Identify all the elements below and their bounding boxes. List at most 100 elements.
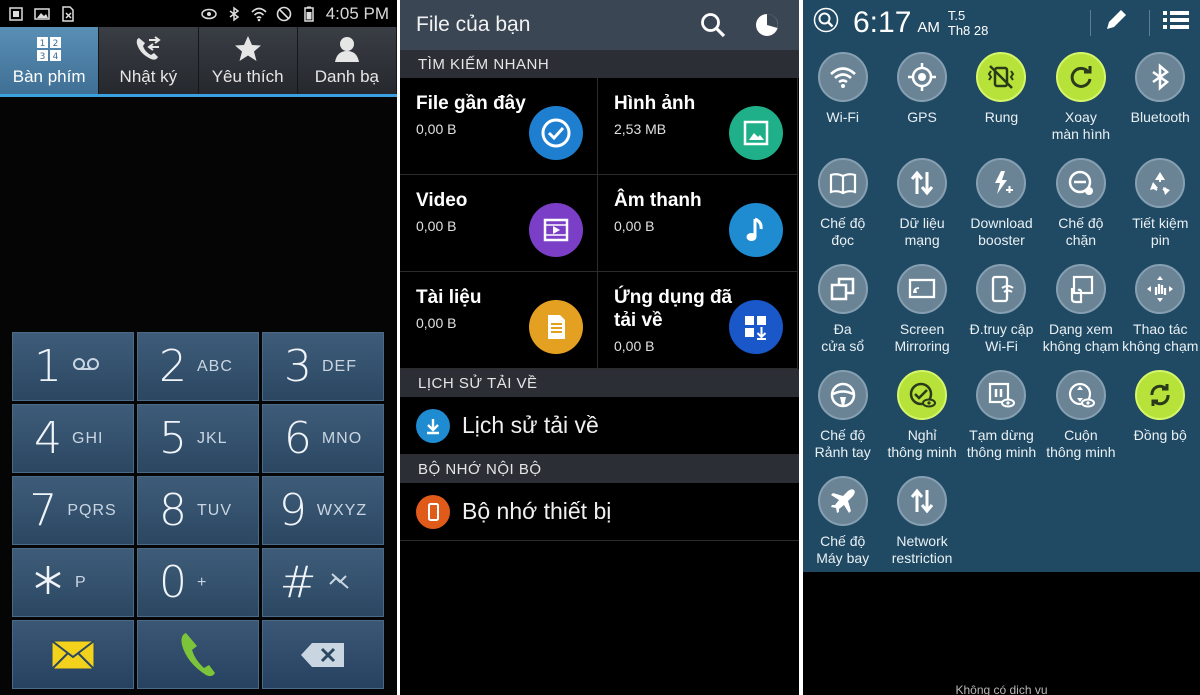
tab-contacts[interactable]: Danh bạ [297, 27, 397, 94]
call-button[interactable] [137, 620, 259, 689]
tile-mobile-data[interactable]: Dữ liệu mạng [882, 158, 961, 264]
download-history-item[interactable]: Lịch sử tải về [400, 397, 799, 455]
storage-usage-button[interactable] [751, 9, 783, 41]
category-video[interactable]: Video 0,00 B [400, 175, 598, 272]
tab-favorites[interactable]: Yêu thích [198, 27, 298, 94]
tile-air-view[interactable]: Dạng xem không chạm [1041, 264, 1120, 370]
document-icon [529, 300, 583, 354]
category-downloaded-apps[interactable]: Ứng dụng đã tải về 0,00 B [598, 272, 798, 369]
tile-rotate[interactable]: Xoay màn hình [1041, 52, 1120, 158]
key-digit: 6 [283, 413, 312, 464]
sync-icon [1135, 370, 1186, 420]
tile-sync[interactable]: Đồng bộ [1121, 370, 1200, 476]
tab-call-log-label: Nhật ký [119, 67, 178, 86]
key-1[interactable]: 1 [12, 332, 134, 401]
tile-air-gesture[interactable]: Thao tác không chạm [1121, 264, 1200, 370]
wifi-icon [817, 52, 868, 102]
tile-wifi[interactable]: Wi-Fi [803, 52, 882, 158]
backspace-button[interactable] [262, 620, 384, 689]
key-9[interactable]: 9 WXYZ [262, 476, 384, 545]
category-recent[interactable]: File gần đây 0,00 B [400, 78, 598, 175]
tile-power-saving[interactable]: Tiết kiệm pin [1121, 158, 1200, 264]
tile-smart-pause[interactable]: Tạm dừng thông minh [962, 370, 1041, 476]
category-audio[interactable]: Âm thanh 0,00 B [598, 175, 798, 272]
key-digit: 1 [34, 341, 62, 392]
tile-vibrate[interactable]: Rung [962, 52, 1041, 158]
rotate-icon [1055, 52, 1106, 102]
tab-keypad[interactable]: 1234 Bàn phím [0, 27, 100, 94]
message-button[interactable] [12, 620, 134, 689]
tile-multi-window[interactable]: Đa cửa sổ [803, 264, 882, 370]
key-7[interactable]: 7 PQRS [12, 476, 134, 545]
wifi-icon [251, 6, 267, 22]
backspace-icon [301, 642, 344, 667]
airplane-icon [817, 476, 868, 526]
key-digit: 4 [34, 413, 62, 464]
key-letters: GHI [72, 429, 104, 447]
search-icon [701, 13, 726, 38]
key-letters: MNO [321, 429, 363, 447]
tile-network-restriction[interactable]: Network restriction [882, 476, 961, 582]
status-time: 4:05 PM [325, 3, 389, 23]
tile-download-booster[interactable]: Download booster [962, 158, 1041, 264]
internal-storage-header: BỘ NHỚ NỘI BỘ [400, 455, 799, 483]
tab-call-log[interactable]: Nhật ký [99, 27, 199, 94]
key-8[interactable]: 8 TUV [137, 476, 259, 545]
category-name: Âm thanh [614, 190, 702, 211]
tile-airplane-mode[interactable]: Chế độ Máy bay [803, 476, 882, 582]
device-storage-icon [416, 494, 450, 529]
reading-icon [817, 158, 868, 208]
key-digit: 0 [159, 557, 187, 608]
tile-bluetooth[interactable]: Bluetooth [1121, 52, 1200, 158]
keypad-icon: 1 23 4 [37, 37, 62, 62]
category-images[interactable]: Hình ảnh 2,53 MB [598, 78, 798, 175]
key-digit: 3 [284, 341, 312, 392]
music-icon [729, 203, 783, 257]
tile-reading-mode[interactable]: Chế độ đọc [803, 158, 882, 264]
key-letters: P [75, 573, 87, 591]
driving-icon [817, 370, 868, 420]
key-4[interactable]: 4 GHI [12, 404, 134, 473]
apps-download-icon [729, 300, 783, 354]
category-name: Hình ảnh [614, 93, 696, 114]
network-restriction-icon [897, 476, 948, 526]
quick-settings-panel: 6:17 AM T.5 Th8 28 Wi-Fi GPS Rung Xoay m… [803, 0, 1200, 572]
dialer-tabs: 1234 Bàn phím Nhật ký Yêu thích Danh bạ [0, 27, 397, 97]
bluetooth-icon [226, 6, 242, 22]
battery-icon [301, 6, 317, 22]
mute-icon [326, 570, 366, 595]
tile-blocking-mode[interactable]: Chế độ chặn [1041, 158, 1120, 264]
key-6[interactable]: 6 MNO [262, 404, 384, 473]
key-hash[interactable]: # [262, 548, 384, 617]
clock-time: 6:17 [853, 5, 912, 39]
search-button[interactable] [697, 9, 729, 41]
key-3[interactable]: 3 DEF [262, 332, 384, 401]
key-letters: WXYZ [316, 501, 368, 519]
edit-button[interactable] [1103, 7, 1129, 38]
tile-label: Đồng bộ [1133, 427, 1187, 443]
vibrate-icon [976, 52, 1027, 102]
call-log-icon [137, 36, 162, 60]
list-view-button[interactable] [1162, 9, 1190, 36]
divider [1149, 9, 1150, 36]
message-icon [51, 639, 95, 670]
device-storage-item[interactable]: Bộ nhớ thiết bị [400, 483, 799, 541]
tile-gps[interactable]: GPS [882, 52, 961, 158]
key-star[interactable]: P [12, 548, 134, 617]
key-5[interactable]: 5 JKL [137, 404, 259, 473]
pie-chart-icon [756, 14, 778, 36]
tile-smart-stay[interactable]: Nghỉ thông minh [882, 370, 961, 476]
blocked-icon [276, 6, 292, 22]
key-letters: DEF [322, 357, 357, 375]
category-documents[interactable]: Tài liệu 0,00 B [400, 272, 598, 369]
download-icon [416, 408, 450, 443]
key-2[interactable]: 2 ABC [137, 332, 259, 401]
tile-smart-scroll[interactable]: Cuộn thông minh [1041, 370, 1120, 476]
key-0[interactable]: 0 + [137, 548, 259, 617]
tile-wifi-hotspot[interactable]: Đ.truy cập Wi-Fi [962, 264, 1041, 370]
tile-hands-free-mode[interactable]: Chế độ Rảnh tay [803, 370, 882, 476]
date: Th8 28 [947, 22, 989, 38]
tile-screen-mirroring[interactable]: Screen Mirroring [882, 264, 961, 370]
finder-search-button[interactable] [813, 7, 839, 38]
download-booster-icon [976, 158, 1027, 208]
